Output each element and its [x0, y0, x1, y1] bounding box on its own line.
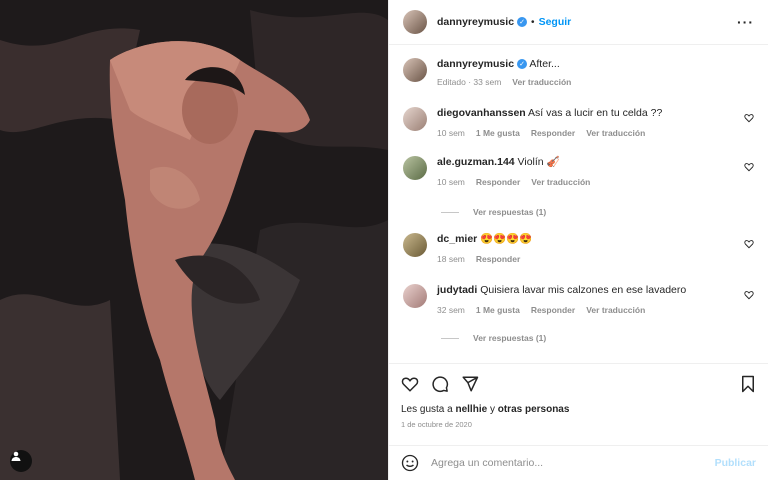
- comments-list[interactable]: dannyreymusic ✓ After... Editado · 33 sem…: [389, 46, 768, 362]
- liked-by-user[interactable]: nellhie: [455, 404, 487, 415]
- comment-username[interactable]: dc_mier: [437, 233, 477, 245]
- post-header: dannyreymusic ✓ • Seguir ···: [389, 0, 768, 45]
- author-avatar[interactable]: [403, 10, 427, 34]
- reply-button[interactable]: Responder: [476, 254, 520, 264]
- more-options-icon[interactable]: ···: [737, 14, 754, 30]
- comment-row: judytadi Quisiera lavar mis calzones en …: [403, 284, 754, 315]
- like-comment-heart-icon[interactable]: [744, 113, 754, 123]
- view-replies-label: Ver respuestas (1): [473, 333, 547, 343]
- comment-text: Así vas a lucir en tu celda ??: [528, 107, 663, 119]
- like-heart-icon[interactable]: [401, 375, 419, 393]
- view-replies-label: Ver respuestas (1): [473, 207, 547, 217]
- caption-translate-link[interactable]: Ver traducción: [512, 77, 571, 87]
- emoji-smiley-icon[interactable]: [401, 454, 419, 472]
- view-replies-button[interactable]: Ver respuestas (1): [441, 207, 546, 217]
- comment-row: dc_mier 😍😍😍😍 18 sem Responder: [403, 233, 754, 264]
- comment-username[interactable]: diegovanhanssen: [437, 107, 526, 119]
- post-side-panel: dannyreymusic ✓ • Seguir ··· dannyreymus…: [388, 0, 768, 480]
- commenter-avatar[interactable]: [403, 233, 427, 257]
- comment-input[interactable]: Agrega un comentario...: [431, 457, 715, 469]
- user-icon: [11, 451, 21, 461]
- likes-summary[interactable]: Les gusta a nellhie y otras personas: [401, 404, 756, 415]
- comment-row: diegovanhanssen Así vas a lucir en tu ce…: [403, 107, 754, 138]
- reply-button[interactable]: Responder: [531, 128, 575, 138]
- author-username[interactable]: dannyreymusic: [437, 16, 514, 28]
- post-date[interactable]: 1 de octubre de 2020: [401, 420, 756, 429]
- comment-text: 😍😍😍😍: [480, 233, 533, 245]
- caption-text: After...: [529, 58, 560, 70]
- follow-button[interactable]: Seguir: [539, 16, 572, 28]
- comment-likes[interactable]: 1 Me gusta: [476, 305, 520, 315]
- replies-divider: [441, 211, 459, 213]
- reply-button[interactable]: Responder: [531, 305, 575, 315]
- caption-row: dannyreymusic ✓ After... Editado · 33 sem…: [403, 58, 754, 87]
- comment-row: ale.guzman.144 Violín 🎻 10 sem Responder…: [403, 156, 754, 187]
- comment-time[interactable]: 18 sem: [437, 254, 465, 264]
- caption-avatar[interactable]: [403, 58, 427, 82]
- photo-illustration: [0, 0, 388, 480]
- verified-badge-icon: ✓: [517, 17, 528, 27]
- share-paper-plane-icon[interactable]: [461, 375, 479, 393]
- commenter-avatar[interactable]: [403, 284, 427, 308]
- replies-divider: [441, 337, 459, 339]
- like-comment-heart-icon[interactable]: [744, 290, 754, 300]
- reply-button[interactable]: Responder: [476, 177, 520, 187]
- publish-button[interactable]: Publicar: [715, 457, 756, 469]
- comment-time[interactable]: 32 sem: [437, 305, 465, 315]
- comment-username[interactable]: judytadi: [437, 284, 477, 296]
- comment-text: Violín 🎻: [517, 156, 560, 168]
- liked-by-others-link[interactable]: otras personas: [498, 404, 570, 415]
- post-actions: Les gusta a nellhie y otras personas 1 d…: [389, 363, 768, 429]
- comment-time[interactable]: 10 sem: [437, 177, 465, 187]
- commenter-avatar[interactable]: [403, 107, 427, 131]
- separator-dot: •: [531, 16, 535, 28]
- add-comment-bar: Agrega un comentario... Publicar: [389, 445, 768, 480]
- translate-link[interactable]: Ver traducción: [586, 128, 645, 138]
- view-replies-button[interactable]: Ver respuestas (1): [441, 333, 546, 343]
- commenter-avatar[interactable]: [403, 156, 427, 180]
- post-photo[interactable]: [0, 0, 388, 480]
- translate-link[interactable]: Ver traducción: [586, 305, 645, 315]
- like-comment-heart-icon[interactable]: [744, 239, 754, 249]
- verified-badge-icon: ✓: [517, 59, 528, 70]
- like-comment-heart-icon[interactable]: [744, 162, 754, 172]
- caption-edited: Editado · 33 sem: [437, 77, 502, 87]
- save-bookmark-icon[interactable]: [740, 375, 756, 393]
- comment-bubble-icon[interactable]: [431, 375, 449, 393]
- comment-username[interactable]: ale.guzman.144: [437, 156, 515, 168]
- comment-likes[interactable]: 1 Me gusta: [476, 128, 520, 138]
- comment-time[interactable]: 10 sem: [437, 128, 465, 138]
- comment-text: Quisiera lavar mis calzones en ese lavad…: [480, 284, 687, 296]
- caption-username[interactable]: dannyreymusic: [437, 58, 514, 70]
- translate-link[interactable]: Ver traducción: [531, 177, 590, 187]
- tagged-users-button[interactable]: [10, 450, 32, 472]
